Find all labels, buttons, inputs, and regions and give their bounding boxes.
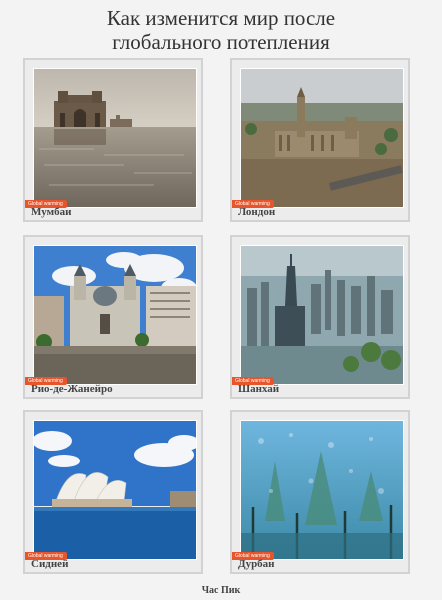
city-card-rio: Global warming Рио-де-Жанейро bbox=[23, 235, 203, 399]
mumbai-flooded-photo bbox=[33, 68, 197, 208]
durban-photo-graphic bbox=[241, 421, 403, 559]
rio-flooded-photo bbox=[33, 245, 197, 385]
title-line-2: глобального потепления bbox=[112, 30, 330, 54]
sydney-photo-graphic bbox=[34, 421, 196, 559]
city-card-london: Global warming Лондон bbox=[230, 58, 410, 222]
city-card-durban: Global warming Дурбан bbox=[230, 410, 410, 574]
london-flooded-photo bbox=[240, 68, 404, 208]
mumbai-photo-graphic bbox=[34, 69, 196, 207]
london-photo-graphic bbox=[241, 69, 403, 207]
shanghai-flooded-photo bbox=[240, 245, 404, 385]
city-card-mumbai: Global warming Мумбаи bbox=[23, 58, 203, 222]
title-line-1: Как изменится мир после bbox=[106, 6, 336, 30]
city-name-durban: Дурбан bbox=[238, 558, 275, 570]
city-name-sydney: Сидней bbox=[31, 558, 69, 570]
city-name-shanghai: Шанхай bbox=[238, 383, 280, 395]
durban-flooded-photo bbox=[240, 420, 404, 560]
city-card-sydney: Global warming Сидней bbox=[23, 410, 203, 574]
rio-photo-graphic bbox=[34, 246, 196, 384]
city-card-shanghai: Global warming Шанхай bbox=[230, 235, 410, 399]
sydney-flooded-photo bbox=[33, 420, 197, 560]
page-title: Как изменится мир после глобального поте… bbox=[0, 6, 442, 54]
city-name-mumbai: Мумбаи bbox=[31, 206, 72, 218]
footer-source: Час Пик bbox=[201, 585, 241, 596]
shanghai-photo-graphic bbox=[241, 246, 403, 384]
city-name-london: Лондон bbox=[238, 206, 276, 218]
city-name-rio: Рио-де-Жанейро bbox=[31, 383, 113, 395]
